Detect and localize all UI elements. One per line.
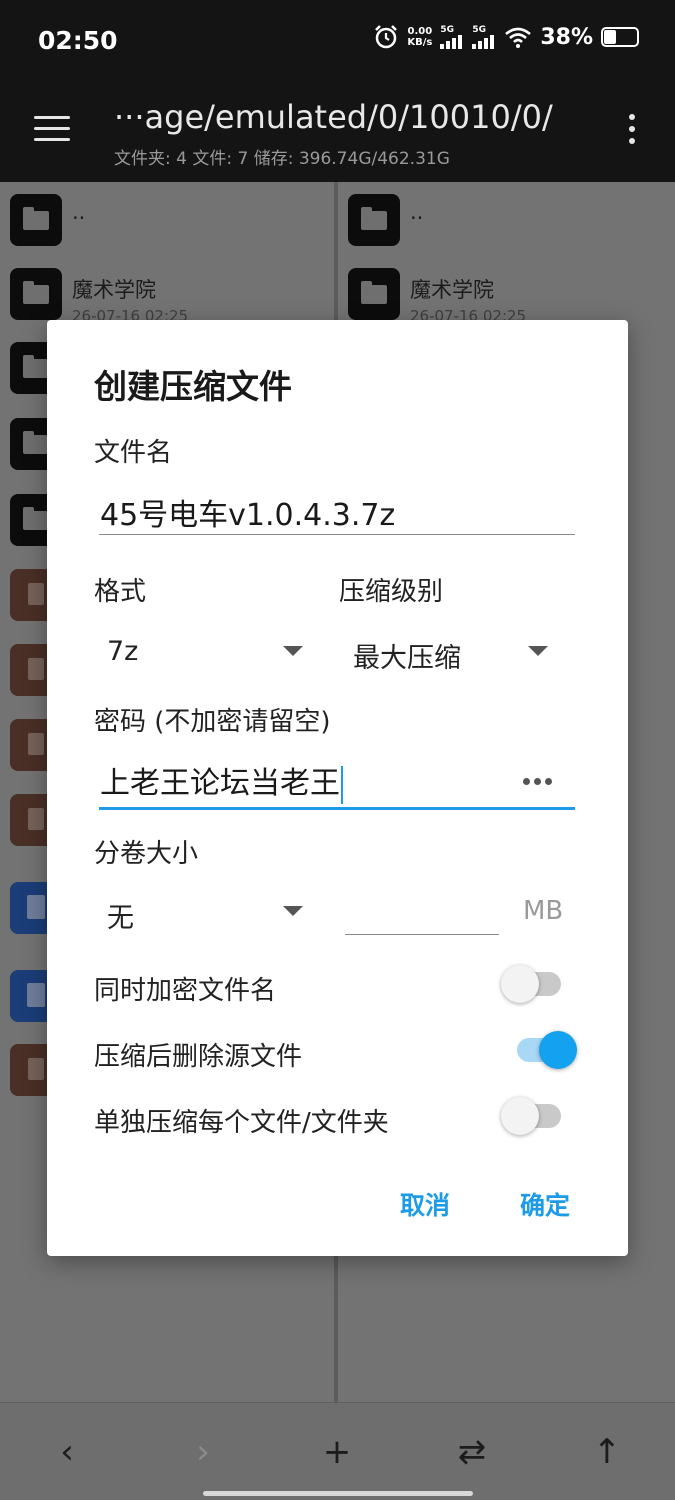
item-name: 魔术学院 xyxy=(410,278,494,302)
signal-2: 5G xyxy=(472,24,496,49)
dialog-title: 创建压缩文件 xyxy=(94,367,292,406)
signal-tag-2: 5G xyxy=(472,24,486,35)
password-value: 上老王论坛当老王 xyxy=(100,766,340,801)
encrypt-names-switch[interactable] xyxy=(501,962,563,1006)
up-icon[interactable]: ↑ xyxy=(577,1427,637,1477)
battery-text: 38% xyxy=(540,24,593,50)
split-label: 分卷大小 xyxy=(94,839,199,869)
level-dropdown-icon[interactable] xyxy=(528,646,548,656)
filename-input[interactable]: 45号电车v1.0.4.3.7z xyxy=(100,490,395,534)
status-bar: 02:50 0.00 KB/s 5G 5G 38% xyxy=(0,0,675,84)
split-select[interactable]: 无 xyxy=(107,896,134,935)
list-item[interactable]: .. xyxy=(10,194,85,246)
current-path[interactable]: ···age/emulated/0/10010/0/ xyxy=(114,98,553,136)
split-size-underline xyxy=(345,934,499,935)
level-select[interactable]: 最大压缩 xyxy=(353,636,461,675)
swap-panes-icon[interactable]: ⇄ xyxy=(442,1427,502,1477)
back-icon[interactable]: ‹ xyxy=(37,1427,97,1477)
more-options-icon[interactable] xyxy=(629,114,637,150)
wifi-icon xyxy=(505,27,532,48)
option-separate-archives-label: 单独压缩每个文件/文件夹 xyxy=(94,1108,389,1138)
filename-label: 文件名 xyxy=(94,438,173,468)
bottom-toolbar: ‹ › + ⇄ ↑ xyxy=(0,1402,675,1500)
net-speed-unit: KB/s xyxy=(407,37,433,48)
format-select[interactable]: 7z xyxy=(107,636,138,667)
split-dropdown-icon[interactable] xyxy=(283,906,303,916)
option-delete-source-label: 压缩后删除源文件 xyxy=(94,1042,303,1072)
create-archive-dialog: 创建压缩文件 文件名 45号电车v1.0.4.3.7z 格式 压缩级别 7z 最… xyxy=(47,320,628,1256)
password-label: 密码 (不加密请留空) xyxy=(94,707,331,737)
status-time: 02:50 xyxy=(38,26,118,55)
folder-icon xyxy=(348,268,400,320)
list-item[interactable]: 魔术学院 26-07-16 02:25 xyxy=(348,268,526,325)
net-speed: 0.00 KB/s xyxy=(407,26,432,48)
alarm-icon xyxy=(375,25,398,49)
folder-icon xyxy=(348,194,400,246)
app-bar: ···age/emulated/0/10010/0/ 文件夹: 4 文件: 7 … xyxy=(0,84,675,182)
password-underline xyxy=(99,807,575,810)
menu-icon[interactable] xyxy=(34,116,70,142)
item-name: .. xyxy=(410,200,424,224)
gesture-bar xyxy=(203,1491,473,1496)
list-item[interactable]: .. xyxy=(348,194,423,246)
list-item[interactable]: 魔术学院 26-07-16 02:25 xyxy=(10,268,188,325)
cell-signal-icon xyxy=(472,34,495,49)
cancel-button[interactable]: 取消 xyxy=(400,1186,450,1222)
password-visibility-icon[interactable] xyxy=(523,778,552,785)
filename-underline xyxy=(99,534,575,535)
status-icons: 0.00 KB/s 5G 5G 38% xyxy=(373,24,639,50)
level-label: 压缩级别 xyxy=(339,577,444,607)
folder-icon xyxy=(10,268,62,320)
password-input[interactable]: 上老王论坛当老王 xyxy=(100,758,343,804)
cell-signal-icon xyxy=(440,34,463,49)
item-name: .. xyxy=(72,200,86,224)
path-info: 文件夹: 4 文件: 7 储存: 396.74G/462.31G xyxy=(114,149,450,169)
option-encrypt-names-label: 同时加密文件名 xyxy=(94,976,277,1006)
split-unit: MB xyxy=(523,896,564,926)
item-name: 魔术学院 xyxy=(72,278,156,302)
signal-tag-1: 5G xyxy=(440,24,454,35)
text-cursor xyxy=(341,765,343,804)
battery-icon xyxy=(601,27,639,47)
net-speed-value: 0.00 xyxy=(407,26,433,37)
forward-icon[interactable]: › xyxy=(173,1427,233,1477)
signal-1: 5G xyxy=(440,24,464,49)
folder-icon xyxy=(10,194,62,246)
separate-archives-switch[interactable] xyxy=(501,1094,563,1138)
format-label: 格式 xyxy=(94,577,147,607)
delete-source-switch[interactable] xyxy=(515,1028,577,1072)
format-dropdown-icon[interactable] xyxy=(283,646,303,656)
ok-button[interactable]: 确定 xyxy=(520,1186,570,1222)
add-icon[interactable]: + xyxy=(307,1427,367,1477)
